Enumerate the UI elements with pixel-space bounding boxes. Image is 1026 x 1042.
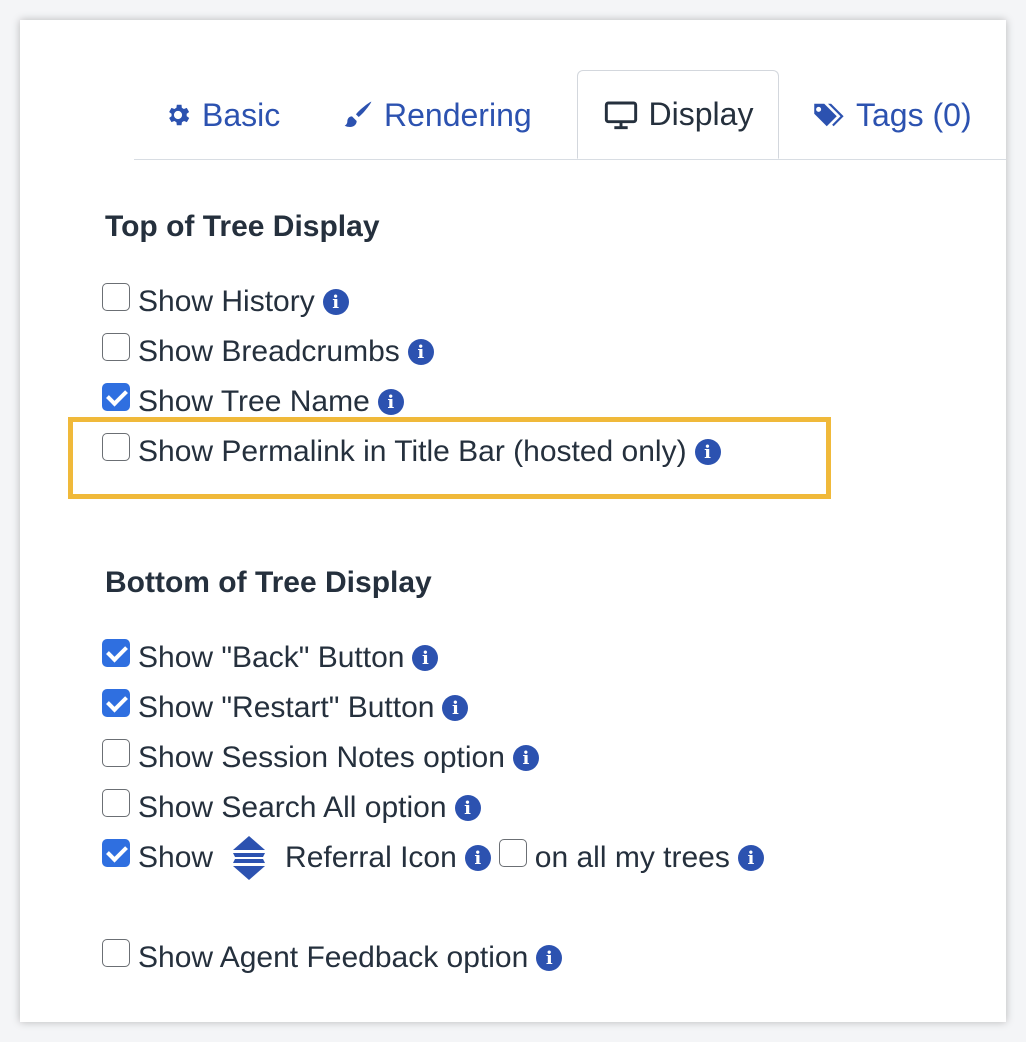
info-icon[interactable]: i	[412, 645, 439, 671]
tab-display[interactable]: Display	[577, 70, 779, 159]
option-show-tree-name: Show Tree Name i	[102, 382, 404, 422]
tab-bar: Basic Rendering Display Tags (0)	[134, 70, 1006, 160]
option-label: Show Session Notes option	[138, 741, 505, 774]
checkbox-show-search-all[interactable]	[102, 789, 130, 817]
info-icon[interactable]: i	[407, 339, 434, 365]
tab-basic[interactable]: Basic	[164, 88, 280, 142]
monitor-icon	[604, 101, 637, 129]
info-icon[interactable]: i	[377, 389, 404, 415]
info-icon[interactable]: i	[737, 845, 764, 871]
tab-rendering-label: Rendering	[384, 96, 532, 133]
option-show-history: Show History i	[102, 282, 349, 322]
checkbox-show-breadcrumbs[interactable]	[102, 333, 130, 361]
option-label-all-trees: on all my trees	[534, 841, 730, 874]
checkbox-show-agent-feedback[interactable]	[102, 939, 130, 967]
info-icon[interactable]: i	[322, 289, 349, 315]
referral-arrows-icon	[233, 836, 266, 880]
checkbox-show-permalink[interactable]	[102, 433, 130, 461]
info-icon[interactable]: i	[464, 845, 491, 871]
checkbox-show-session-notes[interactable]	[102, 739, 130, 767]
info-icon[interactable]: i	[536, 945, 563, 971]
option-show-restart-button: Show "Restart" Button i	[102, 688, 469, 728]
option-label-suffix: Referral Icon	[285, 841, 457, 874]
option-show-breadcrumbs: Show Breadcrumbs i	[102, 332, 434, 372]
checkbox-show-restart-button[interactable]	[102, 689, 130, 717]
info-icon[interactable]: i	[694, 439, 721, 465]
checkbox-show-back-button[interactable]	[102, 639, 130, 667]
gear-icon	[169, 104, 190, 126]
tags-icon	[813, 103, 844, 127]
paintbrush-icon	[344, 101, 372, 127]
checkbox-show-tree-name[interactable]	[102, 383, 130, 411]
checkbox-show-referral-icon[interactable]	[102, 839, 130, 867]
option-show-session-notes: Show Session Notes option i	[102, 738, 539, 778]
info-icon[interactable]: i	[442, 695, 469, 721]
tab-display-label: Display	[648, 96, 754, 132]
option-show-back-button: Show "Back" Button i	[102, 638, 439, 678]
tab-rendering[interactable]: Rendering	[342, 88, 532, 142]
option-show-agent-feedback: Show Agent Feedback option i	[102, 938, 563, 978]
tab-bar-divider	[134, 159, 1006, 160]
tab-tags-label: Tags (0)	[856, 96, 972, 133]
info-icon[interactable]: i	[512, 745, 539, 771]
info-icon[interactable]: i	[454, 795, 481, 821]
option-show-referral-icon: Show Referral Icon i on all my trees i	[102, 836, 764, 880]
option-show-permalink: Show Permalink in Title Bar (hosted only…	[102, 432, 721, 472]
option-label: Show Tree Name	[138, 385, 370, 418]
option-label: Show Search All option	[138, 791, 447, 824]
option-label: Show "Restart" Button	[138, 691, 435, 724]
checkbox-all-my-trees[interactable]	[498, 839, 527, 867]
section-title-bottom: Bottom of Tree Display	[105, 566, 432, 599]
tab-tags[interactable]: Tags (0)	[810, 88, 972, 142]
section-title-top: Top of Tree Display	[105, 210, 380, 243]
tab-basic-label: Basic	[202, 96, 281, 133]
option-show-search-all: Show Search All option i	[102, 788, 481, 828]
option-label: Show Breadcrumbs	[138, 335, 400, 368]
checkbox-show-history[interactable]	[102, 283, 130, 311]
option-label: Show "Back" Button	[138, 641, 405, 674]
option-label-prefix: Show	[138, 841, 214, 874]
option-label: Show Agent Feedback option	[138, 941, 529, 974]
option-label: Show Permalink in Title Bar (hosted only…	[138, 435, 687, 468]
settings-panel: Basic Rendering Display Tags (0) Top of …	[20, 20, 1006, 1022]
option-label: Show History	[138, 285, 315, 318]
